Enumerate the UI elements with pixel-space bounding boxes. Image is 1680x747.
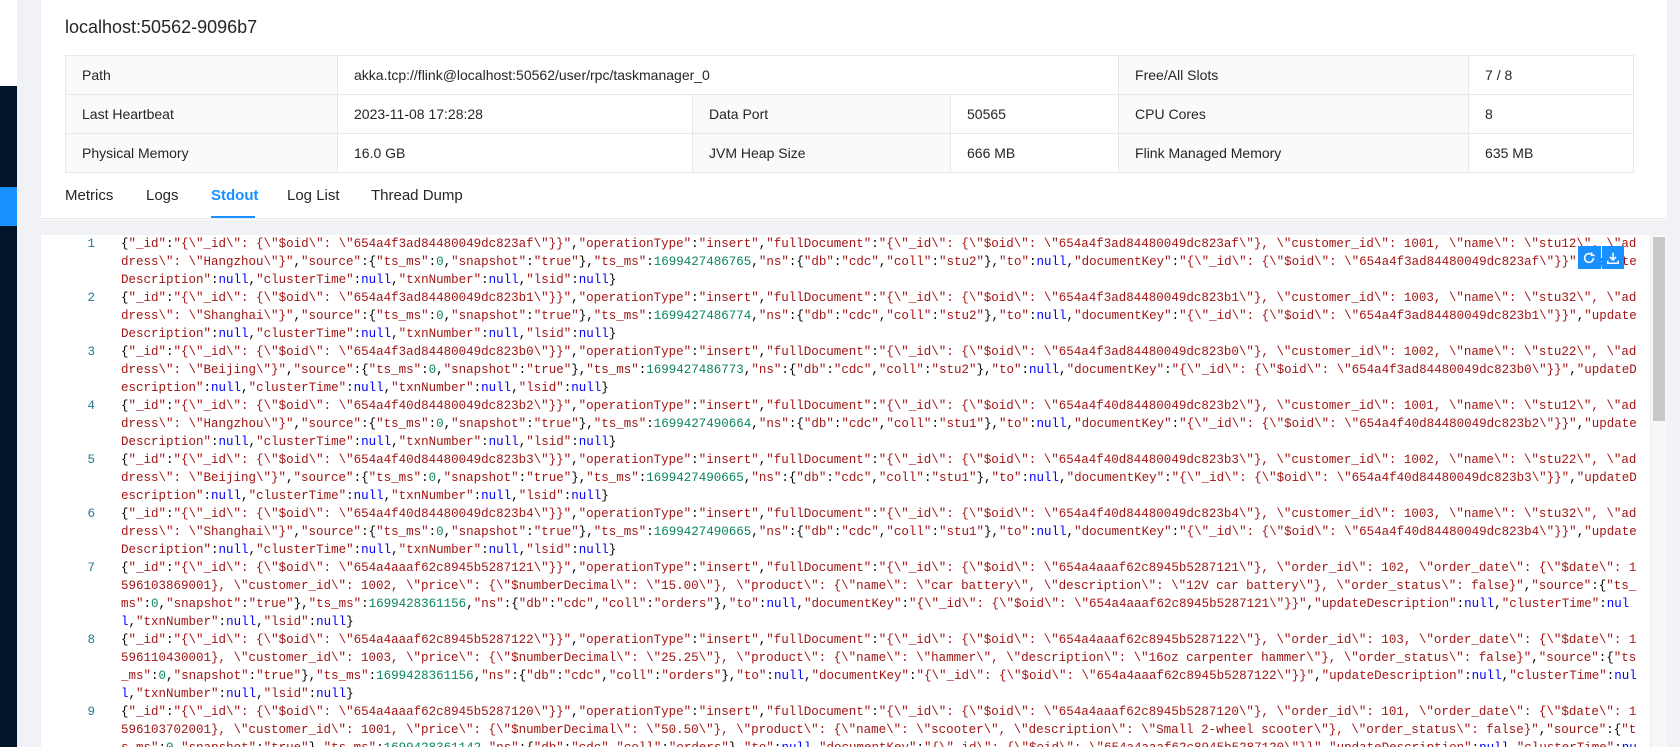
line-text: {"_id":"{\"_id\": {\"$oid\": \"654a4f3ad…: [121, 291, 1637, 341]
stdout-line: 3 {"_id":"{\"_id\": {\"$oid\": \"654a4f3a…: [41, 343, 1639, 397]
heartbeat-label: Last Heartbeat: [65, 94, 338, 134]
line-number: 6: [87, 507, 95, 521]
line-text: {"_id":"{\"_id\": {\"$oid\": \"654a4f3ad…: [121, 237, 1637, 287]
vertical-scrollbar[interactable]: [1650, 235, 1667, 747]
heartbeat-value: 2023-11-08 17:28:28: [337, 94, 693, 134]
download-icon: [1606, 252, 1619, 264]
line-number: 2: [87, 291, 95, 305]
scrollbar-thumb[interactable]: [1653, 237, 1665, 421]
stdout-line: 1 {"_id":"{\"_id\": {\"$oid\": \"654a4f3a…: [41, 235, 1639, 289]
line-text: {"_id":"{\"_id\": {\"$oid\": \"654a4aaaf…: [121, 561, 1637, 629]
tab-thread-dump[interactable]: Thread Dump: [371, 187, 463, 204]
line-text: {"_id":"{\"_id\": {\"$oid\": \"654a4f40d…: [121, 399, 1637, 449]
line-text: {"_id":"{\"_id\": {\"$oid\": \"654a4aaaf…: [121, 705, 1637, 747]
line-number: 7: [87, 561, 95, 575]
line-number: 8: [87, 633, 95, 647]
dataport-value: 50565: [949, 94, 1120, 134]
stdout-lines: 1 {"_id":"{\"_id\": {\"$oid\": \"654a4f3a…: [41, 235, 1639, 747]
line-number: 9: [87, 705, 95, 719]
stdout-line: 7 {"_id":"{\"_id\": {\"$oid\": \"654a4aaa…: [41, 559, 1639, 631]
stdout-line: 9 {"_id":"{\"_id\": {\"$oid\": \"654a4aaa…: [41, 703, 1639, 747]
managed-memory-value: 635 MB: [1468, 133, 1635, 173]
stdout-viewer[interactable]: 1 {"_id":"{\"_id\": {\"$oid\": \"654a4f3a…: [41, 235, 1667, 747]
sidebar: [0, 0, 17, 747]
taskmanager-info-table: Path akka.tcp://flink@localhost:50562/us…: [65, 55, 1635, 173]
line-number: 1: [87, 237, 95, 251]
tab-logs[interactable]: Logs: [146, 187, 179, 204]
download-button[interactable]: [1601, 246, 1624, 269]
path-value: akka.tcp://flink@localhost:50562/user/rp…: [336, 55, 1120, 95]
line-text: {"_id":"{\"_id\": {\"$oid\": \"654a4f40d…: [121, 453, 1637, 503]
info-row-memory: Physical Memory 16.0 GB JVM Heap Size 66…: [65, 133, 1635, 173]
line-number: 5: [87, 453, 95, 467]
info-row-heartbeat: Last Heartbeat 2023-11-08 17:28:28 Data …: [65, 94, 1635, 134]
sidebar-header: [0, 0, 17, 86]
stdout-line: 5 {"_id":"{\"_id\": {\"$oid\": \"654a4f40…: [41, 451, 1639, 505]
heap-value: 666 MB: [949, 133, 1120, 173]
refresh-icon: [1584, 251, 1595, 263]
cpu-value: 8: [1468, 94, 1635, 134]
stdout-line: 2 {"_id":"{\"_id\": {\"$oid\": \"654a4f3a…: [41, 289, 1639, 343]
page-title: localhost:50562-9096b7: [65, 17, 258, 37]
line-text: {"_id":"{\"_id\": {\"$oid\": \"654a4f40d…: [121, 507, 1637, 557]
line-number: 3: [87, 345, 95, 359]
editor-actions: [1578, 246, 1625, 269]
physmem-label: Physical Memory: [65, 133, 338, 173]
managed-memory-label: Flink Managed Memory: [1118, 133, 1470, 173]
line-text: {"_id":"{\"_id\": {\"$oid\": \"654a4f3ad…: [121, 345, 1637, 395]
taskmanager-card: localhost:50562-9096b7 Path akka.tcp://f…: [41, 0, 1667, 220]
slots-value: 7 / 8: [1468, 55, 1635, 95]
tab-divider: [41, 218, 1667, 219]
dataport-label: Data Port: [692, 94, 951, 134]
slots-label: Free/All Slots: [1118, 55, 1470, 95]
cpu-label: CPU Cores: [1118, 94, 1470, 134]
heap-label: JVM Heap Size: [692, 133, 951, 173]
line-text: {"_id":"{\"_id\": {\"$oid\": \"654a4aaaf…: [121, 633, 1637, 701]
stdout-line: 8 {"_id":"{\"_id\": {\"$oid\": \"654a4aaa…: [41, 631, 1639, 703]
line-number: 4: [87, 399, 95, 413]
tab-log-list[interactable]: Log List: [287, 187, 340, 204]
tab-metrics[interactable]: Metrics: [65, 187, 113, 204]
sidebar-active-indicator[interactable]: [0, 187, 17, 226]
path-label: Path: [65, 55, 338, 95]
info-row-path: Path akka.tcp://flink@localhost:50562/us…: [65, 55, 1635, 95]
tab-stdout[interactable]: Stdout: [211, 187, 258, 204]
refresh-button[interactable]: [1578, 246, 1601, 269]
stdout-line: 6 {"_id":"{\"_id\": {\"$oid\": \"654a4f40…: [41, 505, 1639, 559]
physmem-value: 16.0 GB: [337, 133, 693, 173]
stdout-line: 4 {"_id":"{\"_id\": {\"$oid\": \"654a4f40…: [41, 397, 1639, 451]
